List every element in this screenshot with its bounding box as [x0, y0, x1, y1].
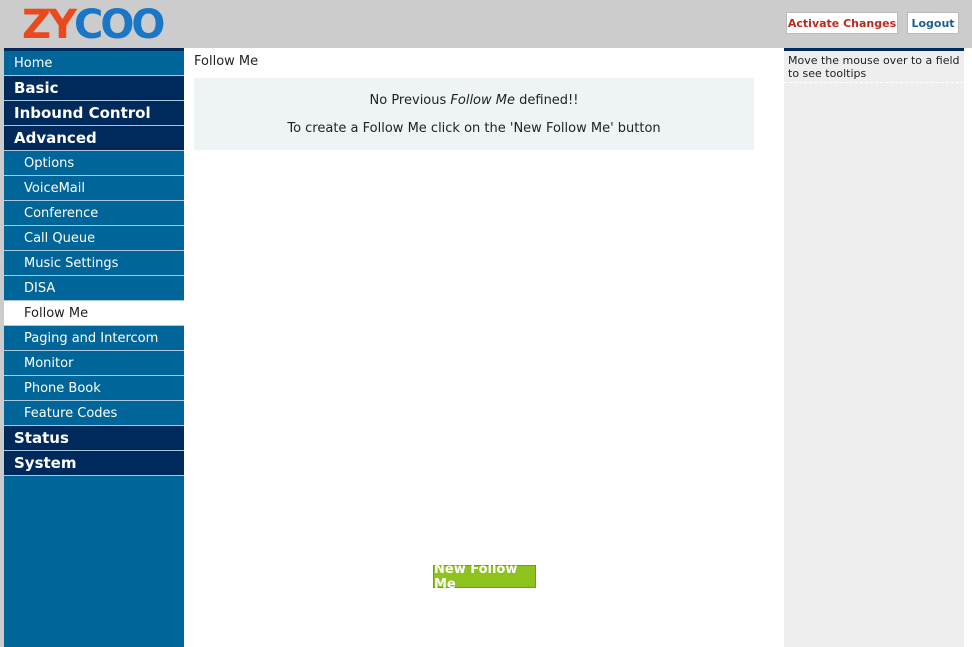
- sidebar-item-label: Status: [14, 429, 69, 447]
- sidebar-section-status[interactable]: Status: [4, 426, 184, 451]
- sidebar: Home Basic Inbound Control Advanced Opti…: [4, 48, 184, 647]
- sidebar-item-home[interactable]: Home: [4, 51, 184, 76]
- right-gutter: [964, 48, 972, 647]
- sidebar-section-basic[interactable]: Basic: [4, 76, 184, 101]
- sidebar-item-follow-me[interactable]: Follow Me: [4, 301, 184, 326]
- activate-changes-button[interactable]: Activate Changes: [786, 12, 898, 34]
- sidebar-item-label: Music Settings: [24, 255, 119, 271]
- empty-state-message: No Previous Follow Me defined!!: [194, 93, 754, 108]
- empty-state-suffix: defined!!: [515, 93, 579, 108]
- sidebar-item-music-settings[interactable]: Music Settings: [4, 251, 184, 276]
- sidebar-item-label: System: [14, 454, 77, 472]
- empty-state-prefix: No Previous: [369, 93, 451, 108]
- sidebar-item-feature-codes[interactable]: Feature Codes: [4, 401, 184, 426]
- sidebar-item-label: Conference: [24, 205, 99, 221]
- sidebar-item-label: Phone Book: [24, 380, 101, 396]
- sidebar-section-advanced[interactable]: Advanced: [4, 126, 184, 151]
- main-content: Follow Me No Previous Follow Me defined!…: [184, 48, 784, 647]
- header: ZYCOO Activate Changes Logout: [0, 0, 972, 48]
- sidebar-item-conference[interactable]: Conference: [4, 201, 184, 226]
- sidebar-item-label: Advanced: [14, 129, 97, 147]
- sidebar-item-label: Paging and Intercom: [24, 330, 159, 346]
- empty-state-emphasis: Follow Me: [450, 93, 515, 108]
- sidebar-item-label: Home: [14, 55, 53, 71]
- sidebar-item-call-queue[interactable]: Call Queue: [4, 226, 184, 251]
- sidebar-item-label: Follow Me: [24, 305, 89, 321]
- sidebar-item-label: VoiceMail: [24, 180, 86, 196]
- empty-state-instructions: To create a Follow Me click on the 'New …: [287, 121, 661, 136]
- new-follow-me-button[interactable]: New Follow Me: [433, 562, 536, 592]
- tooltip-text: Move the mouse over to a field to see to…: [784, 51, 964, 83]
- sidebar-item-disa[interactable]: DISA: [4, 276, 184, 301]
- sidebar-item-phone-book[interactable]: Phone Book: [4, 376, 184, 401]
- page-title: Follow Me: [194, 54, 259, 69]
- sidebar-item-label: Inbound Control: [14, 104, 151, 122]
- tooltip-panel: Move the mouse over to a field to see to…: [784, 48, 964, 647]
- logout-button[interactable]: Logout: [907, 12, 959, 34]
- sidebar-item-monitor[interactable]: Monitor: [4, 351, 184, 376]
- sidebar-section-system[interactable]: System: [4, 451, 184, 476]
- sidebar-item-options[interactable]: Options: [4, 151, 184, 176]
- sidebar-section-inbound-control[interactable]: Inbound Control: [4, 101, 184, 126]
- sidebar-item-label: Monitor: [24, 355, 74, 371]
- sidebar-item-paging-intercom[interactable]: Paging and Intercom: [4, 326, 184, 351]
- sidebar-item-label: Feature Codes: [24, 405, 118, 421]
- sidebar-item-label: Call Queue: [24, 230, 96, 246]
- sidebar-item-voicemail[interactable]: VoiceMail: [4, 176, 184, 201]
- empty-state-box: No Previous Follow Me defined!! To creat…: [194, 78, 754, 150]
- zycoo-logo: ZYCOO: [22, 2, 165, 48]
- sidebar-item-label: DISA: [24, 280, 56, 296]
- sidebar-item-label: Basic: [14, 79, 59, 97]
- sidebar-item-label: Options: [24, 155, 75, 171]
